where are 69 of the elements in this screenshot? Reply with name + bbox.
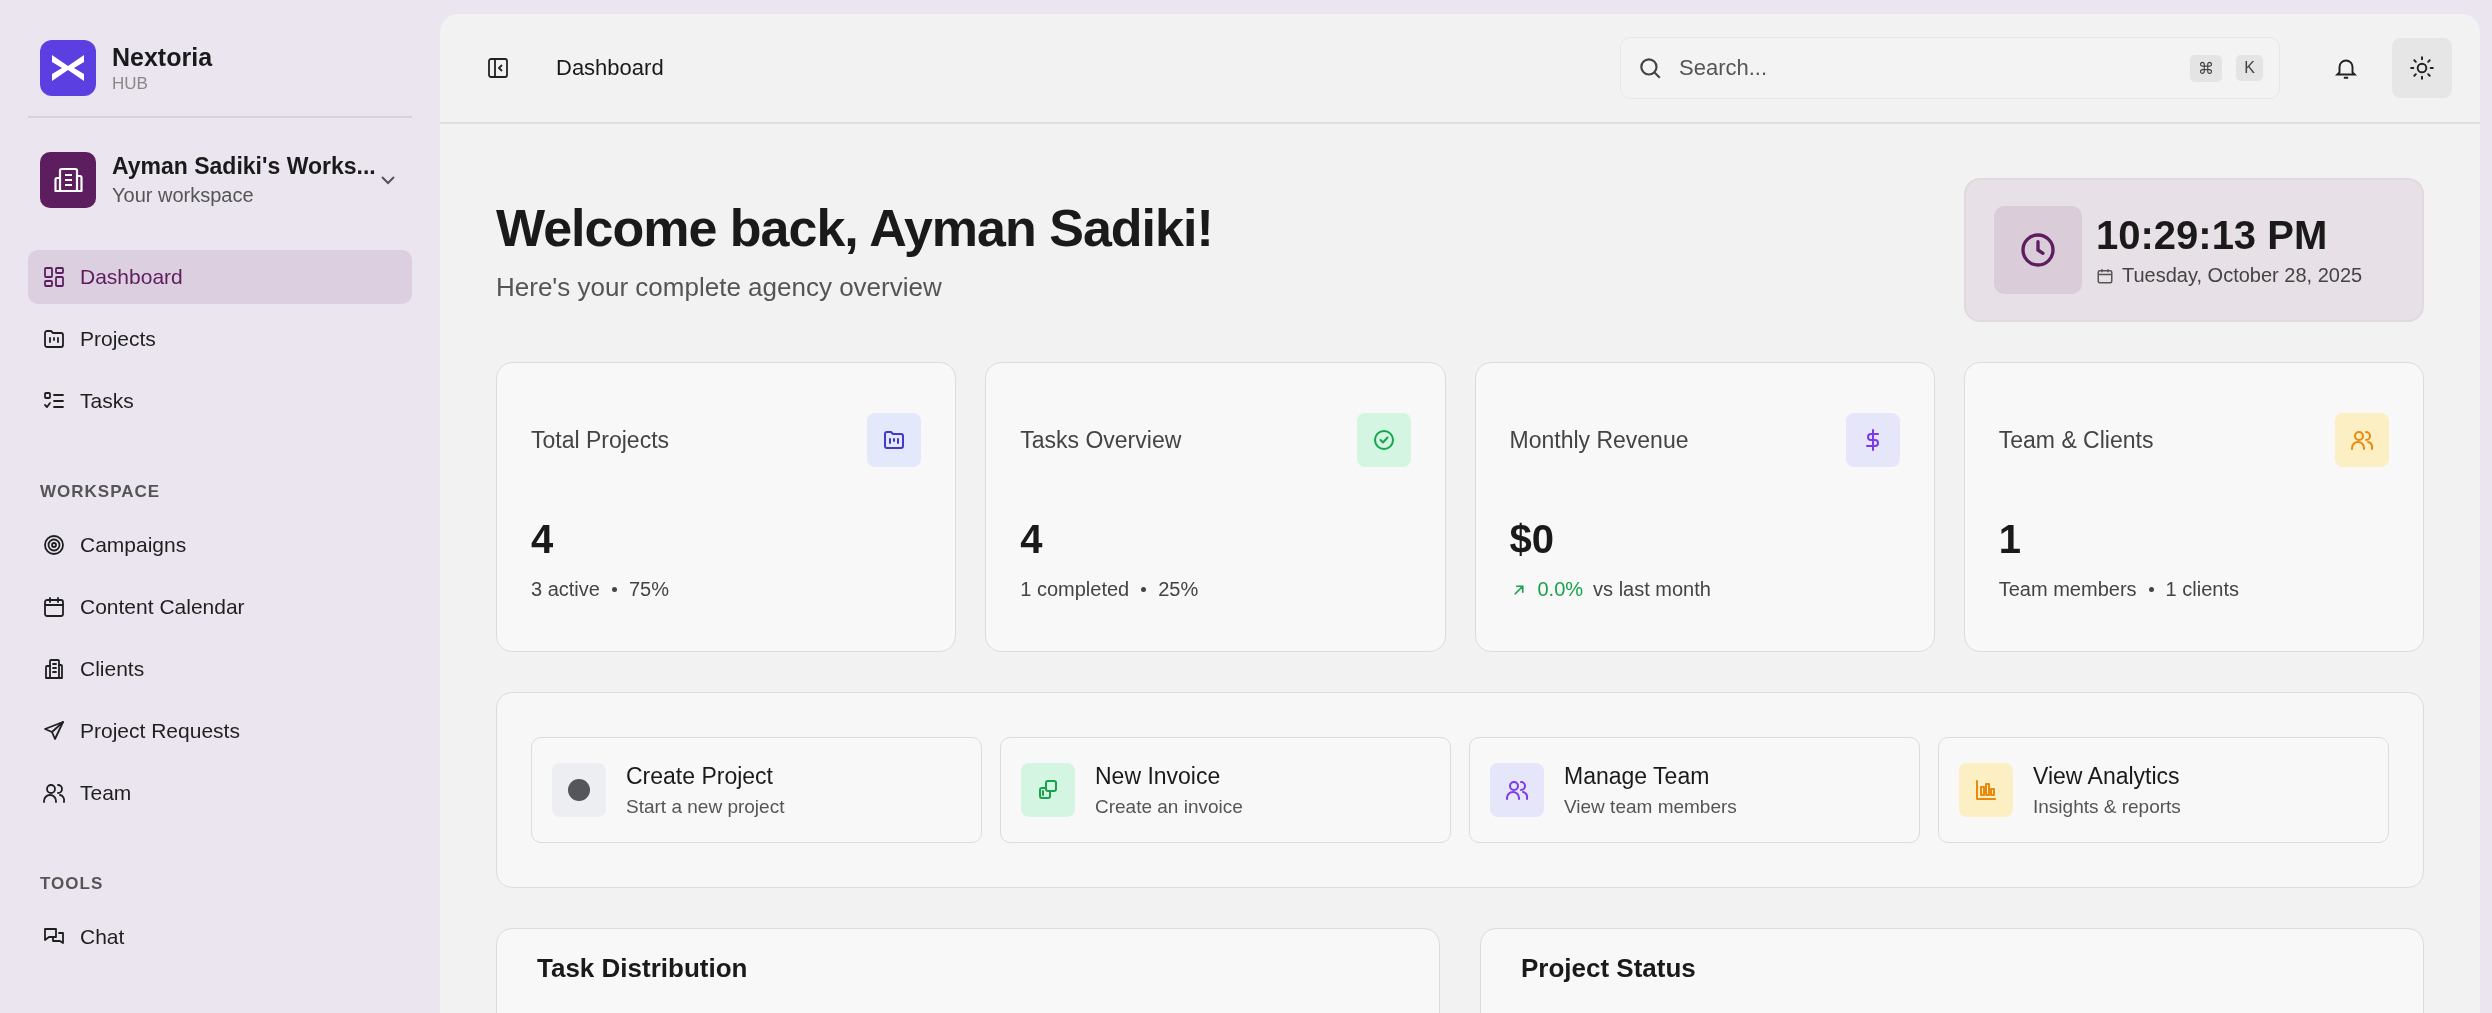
people-icon — [1490, 763, 1544, 817]
clock-date: Tuesday, October 28, 2025 — [2122, 264, 2363, 287]
bullet-separator-icon — [611, 587, 617, 592]
building-icon — [40, 152, 96, 208]
breadcrumb: Dashboard — [556, 55, 664, 81]
copy-icon — [1021, 763, 1075, 817]
nav-item[interactable]: Dashboard — [28, 250, 412, 304]
grid-icon — [42, 265, 66, 289]
target-icon — [42, 533, 66, 557]
panel-title: Project Status — [1521, 953, 1697, 984]
welcome-title: Welcome back, Ayman Sadiki! — [496, 198, 1213, 258]
calendar-icon — [2096, 266, 2114, 285]
section-heading: TOOLS — [40, 874, 105, 894]
clock-time: 10:29:13 PM — [2096, 213, 2329, 258]
stat-detail: 25% — [1158, 578, 1199, 601]
stat-detail: 1 clients — [2165, 578, 2239, 601]
nav-item[interactable]: Team — [28, 766, 412, 820]
stat-value: $0 — [1509, 517, 1555, 562]
stat-title: Total Projects — [531, 426, 670, 454]
stat-detail: 1 completed — [1020, 578, 1130, 601]
stat-title: Monthly Revenue — [1509, 426, 1689, 454]
nav-item[interactable]: Clients — [28, 642, 412, 696]
quick-action-button[interactable]: View Analytics Insights & reports — [1938, 737, 2389, 843]
stat-title: Team & Clients — [1998, 426, 2154, 454]
search-icon — [1637, 55, 1663, 81]
stat-change: 0.0% — [1537, 578, 1584, 601]
brand-name: Nextoria — [112, 42, 213, 72]
stat-detail: 3 active — [531, 578, 600, 601]
brand-subtitle: HUB — [112, 73, 149, 94]
search-input[interactable]: Search... — [1677, 54, 2177, 82]
people-icon — [2335, 413, 2389, 467]
building-icon — [42, 657, 66, 681]
calendar-icon — [42, 595, 66, 619]
welcome-subtitle: Here's your complete agency overview — [496, 272, 943, 303]
quick-action-button[interactable]: New Invoice Create an invoice — [1000, 737, 1451, 843]
stat-title: Tasks Overview — [1020, 426, 1182, 454]
section-heading: WORKSPACE — [40, 482, 162, 502]
nav-item[interactable]: Campaigns — [28, 518, 412, 572]
folder-icon — [867, 413, 922, 467]
people-icon — [42, 781, 66, 805]
stat-detail: 75% — [628, 578, 669, 601]
sun-icon — [2409, 55, 2435, 81]
bullet-separator-icon — [1141, 587, 1147, 592]
stat-value: 4 — [1020, 517, 1044, 562]
clock-icon — [1994, 206, 2082, 294]
nav-item[interactable]: Content Calendar — [28, 580, 412, 634]
nav-item[interactable]: Projects — [28, 312, 412, 366]
folder-icon — [42, 327, 66, 351]
stat-value: 1 — [1998, 517, 2022, 562]
stat-value: 4 — [531, 517, 555, 562]
logo-icon — [40, 40, 96, 96]
quick-action-button[interactable]: Create Project Start a new project — [531, 737, 982, 843]
panel-title: Task Distribution — [537, 953, 749, 984]
quick-action-button[interactable]: Manage Team View team members — [1469, 737, 1920, 843]
sidebar-toggle-icon[interactable] — [486, 56, 510, 80]
nav-item[interactable]: Project Requests — [28, 704, 412, 758]
search-field[interactable]: Search... ⌘ K — [1620, 37, 2280, 99]
workspace-switcher[interactable]: Ayman Sadiki's Works... Your workspace — [28, 118, 412, 208]
nav-item[interactable]: Tasks — [28, 374, 412, 428]
bar-chart-icon — [1959, 763, 2013, 817]
dollar-icon — [1845, 413, 1900, 467]
paper-plane-icon — [42, 719, 66, 743]
theme-toggle-button[interactable] — [2392, 38, 2452, 98]
nav-item[interactable]: Chat — [28, 910, 412, 964]
bullet-separator-icon — [2148, 587, 2154, 592]
keyboard-key: K — [2236, 55, 2263, 81]
stat-detail: vs last month — [1593, 578, 1711, 601]
stat-detail: Team members — [1998, 578, 2137, 601]
keyboard-key: ⌘ — [2190, 54, 2223, 82]
